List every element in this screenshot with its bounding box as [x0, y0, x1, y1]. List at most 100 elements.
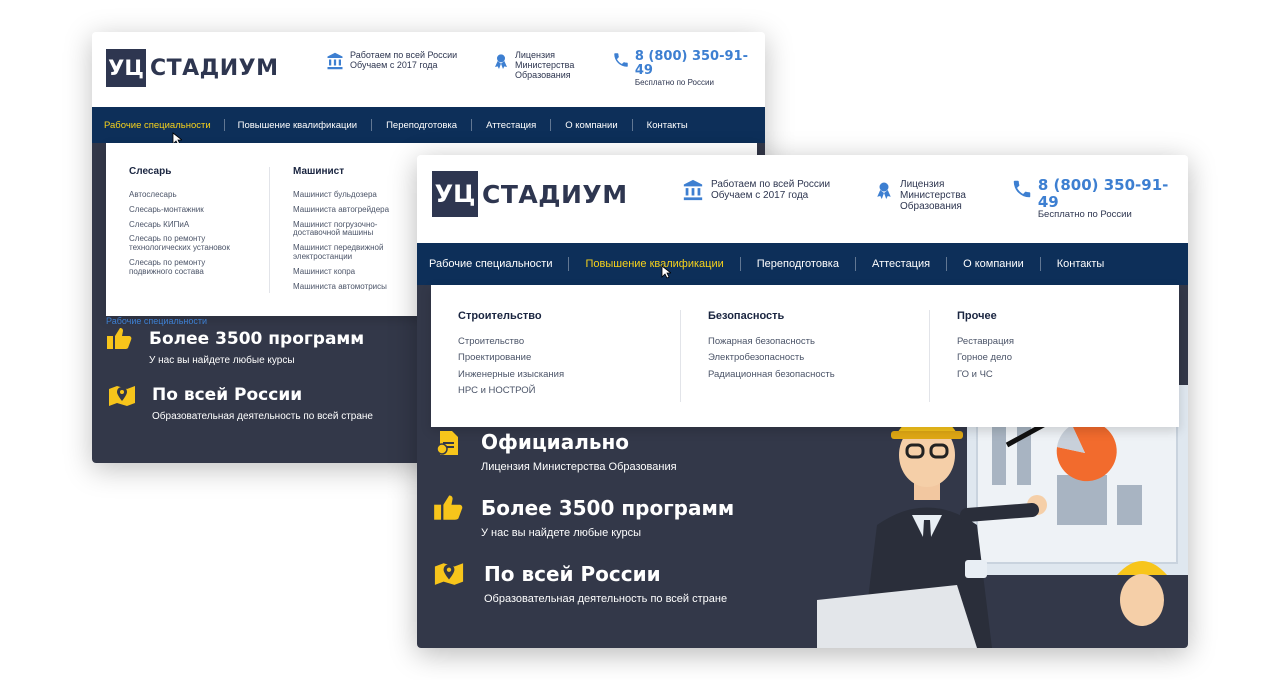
nav-separator	[550, 119, 552, 131]
dropdown-link[interactable]: Слесарь по ремонту технологических устан…	[129, 235, 254, 253]
dropdown-link[interactable]: Машинист копра	[293, 267, 411, 277]
thumbs-up-icon	[107, 328, 132, 349]
feature-title: Более 3500 программ	[149, 329, 365, 349]
coverage-info: Работаем по всей России Обучаем с 2017 г…	[325, 50, 457, 71]
nav-item-retraining[interactable]: Переподготовка	[757, 258, 839, 270]
nav-item-contacts[interactable]: Контакты	[1057, 258, 1105, 270]
dropdown-link[interactable]: НРС и НОСТРОЙ	[458, 385, 564, 396]
dropdown-link[interactable]: Электробезопасность	[708, 352, 835, 363]
license-line-2: Министерства	[900, 190, 966, 201]
dropdown-column-title: Безопасность	[708, 310, 785, 322]
feature-programs: Более 3500 программ У нас вы найдете люб…	[149, 329, 364, 366]
dropdown-column-title: Слесарь	[129, 166, 172, 177]
nav-separator	[631, 119, 633, 131]
dropdown-link[interactable]: Машинист погрузочно-доставочной машины	[293, 220, 398, 239]
feature-official: Официально Лицензия Министерства Образов…	[481, 430, 677, 473]
document-icon	[436, 431, 458, 455]
logo-text: СТАДИУМ	[482, 179, 628, 209]
dropdown-link[interactable]: Слесарь КИПиА	[129, 220, 269, 230]
coverage-line-2: Обучаем с 2017 года	[350, 59, 438, 70]
feature-subtitle: У нас вы найдете любые курсы	[149, 355, 295, 366]
dropdown-link[interactable]: Машинист передвижной электростанции	[293, 243, 398, 262]
coverage-line-1: Работаем по всей России	[711, 179, 831, 190]
nav-separator	[371, 119, 373, 131]
feature-russia: По всей России Образовательная деятельно…	[484, 562, 727, 605]
dropdown-link[interactable]: Инженерные изыскания	[458, 369, 564, 380]
dropdown-link[interactable]: Слесарь-монтажник	[129, 205, 269, 215]
nav-separator	[1039, 257, 1041, 271]
logo-text: СТАДИУМ	[150, 55, 279, 81]
dropdown-column-construction: Строительство Строительство Проектирован…	[458, 310, 564, 397]
main-nav: Рабочие специальности Повышение квалифик…	[92, 107, 765, 143]
nav-item-working-specialties[interactable]: Рабочие специальности	[429, 258, 552, 270]
coverage-info: Работаем по всей России Обучаем с 2017 г…	[681, 179, 830, 201]
license-line-1: Лицензия	[900, 179, 945, 190]
dropdown-link[interactable]: Радиационная безопасность	[708, 369, 835, 380]
nav-item-working-specialties[interactable]: Рабочие специальности	[104, 120, 211, 131]
nav-item-about[interactable]: О компании	[963, 258, 1024, 270]
nav-item-qualification[interactable]: Повышение квалификации	[238, 120, 357, 131]
nav-item-qualification[interactable]: Повышение квалификации	[585, 258, 723, 270]
nav-item-attestation[interactable]: Аттестация	[872, 258, 930, 270]
logo-box: УЦ	[106, 49, 146, 87]
map-pin-icon	[109, 386, 135, 406]
dropdown-link[interactable]: Горное дело	[957, 352, 1014, 363]
nav-separator	[946, 257, 948, 271]
feature-title: Официально	[481, 430, 630, 454]
license-line-3: Образования	[515, 69, 571, 80]
logo[interactable]: УЦ СТАДИУМ	[432, 171, 628, 217]
nav-item-contacts[interactable]: Контакты	[647, 120, 688, 131]
site-header: УЦ СТАДИУМ Работаем по всей России Обуча…	[417, 155, 1188, 243]
coverage-line-2: Обучаем с 2017 года	[711, 190, 809, 201]
cursor-icon	[661, 265, 671, 279]
phone-block[interactable]: 8 (800) 350-91-49 Бесплатно по России	[611, 49, 765, 87]
dropdown-link[interactable]: Машиниста автомотрисы	[293, 282, 411, 292]
broken-image-alt: Рабочие специальности	[106, 316, 208, 326]
feature-title: Более 3500 программ	[481, 496, 735, 520]
phone-icon	[611, 50, 631, 70]
dropdown-link[interactable]: Проектирование	[458, 352, 564, 363]
phone-number[interactable]: 8 (800) 350-91-49	[1038, 177, 1188, 210]
main-nav: Рабочие специальности Повышение квалифик…	[417, 243, 1188, 285]
feature-programs: Более 3500 программ У нас вы найдете люб…	[481, 496, 734, 539]
feature-russia: По всей России Образовательная деятельно…	[152, 385, 373, 422]
dropdown-column-other: Прочее Реставрация Горное дело ГО и ЧС	[957, 310, 1014, 380]
phone-icon	[1010, 177, 1034, 201]
license-line-3: Образования	[900, 201, 962, 212]
bank-icon	[681, 179, 705, 201]
dropdown-column-locksmith: Слесарь Автослесарь Слесарь-монтажник Сл…	[129, 166, 269, 277]
thumbs-up-icon	[434, 495, 463, 520]
nav-separator	[471, 119, 473, 131]
dropdown-link[interactable]: Реставрация	[957, 336, 1014, 347]
dropdown-column-title: Машинист	[293, 166, 345, 177]
phone-block[interactable]: 8 (800) 350-91-49 Бесплатно по России	[1010, 177, 1188, 220]
dropdown-link[interactable]: Машинист бульдозера	[293, 190, 411, 200]
phone-subtitle: Бесплатно по России	[1037, 209, 1132, 220]
dropdown-qualification: Строительство Строительство Проектирован…	[431, 285, 1179, 427]
dropdown-divider	[680, 310, 681, 402]
nav-item-attestation[interactable]: Аттестация	[486, 120, 536, 131]
logo[interactable]: УЦ СТАДИУМ	[106, 49, 279, 87]
feature-subtitle: Образовательная деятельность по всей стр…	[152, 411, 373, 422]
nav-item-about[interactable]: О компании	[565, 120, 617, 131]
dropdown-link[interactable]: Строительство	[458, 336, 564, 347]
dropdown-link[interactable]: Машиниста автогрейдера	[293, 205, 411, 215]
dropdown-column-title: Строительство	[458, 310, 542, 322]
award-icon	[492, 51, 510, 71]
license-info: Лицензия Министерства Образования	[492, 50, 574, 81]
site-header: УЦ СТАДИУМ Работаем по всей России Обуча…	[92, 32, 765, 107]
dropdown-link[interactable]: Слесарь по ремонту подвижного состава	[129, 258, 229, 277]
dropdown-link[interactable]: Автослесарь	[129, 190, 269, 200]
front-screenshot: УЦ СТАДИУМ Работаем по всей России Обуча…	[417, 155, 1188, 648]
dropdown-column-title: Прочее	[957, 310, 997, 322]
feature-title: По всей России	[484, 562, 661, 586]
nav-item-retraining[interactable]: Переподготовка	[386, 120, 457, 131]
dropdown-link[interactable]: ГО и ЧС	[957, 369, 1014, 380]
dropdown-column-operator: Машинист Машинист бульдозера Машиниста а…	[293, 166, 411, 291]
license-info: Лицензия Министерства Образования	[874, 179, 966, 212]
dropdown-link[interactable]: Пожарная безопасность	[708, 336, 835, 347]
map-pin-icon	[434, 563, 464, 585]
phone-number[interactable]: 8 (800) 350-91-49	[635, 49, 765, 79]
nav-separator	[223, 119, 225, 131]
nav-separator	[854, 257, 856, 271]
